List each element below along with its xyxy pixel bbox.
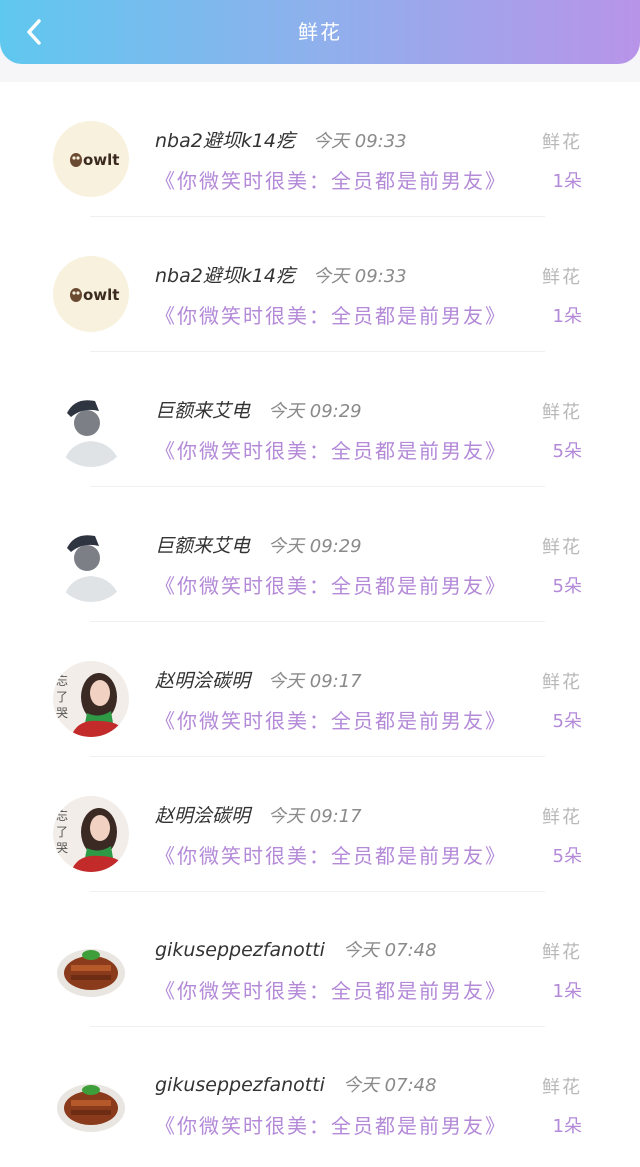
gift-count: 5朵 xyxy=(552,711,582,732)
svg-text:owlt: owlt xyxy=(83,286,119,304)
gift-count: 5朵 xyxy=(552,441,582,462)
gift-count: 1朵 xyxy=(552,171,582,192)
avatar[interactable]: 忘 了 哭 xyxy=(53,661,129,737)
gift-type: 鲜花 xyxy=(542,537,582,558)
username[interactable]: gikuseppezfanotti xyxy=(155,1074,325,1096)
food-avatar-icon xyxy=(53,931,129,1007)
gift-count: 1朵 xyxy=(552,306,582,327)
avatar[interactable]: 忘 了 哭 xyxy=(53,796,129,872)
book-title[interactable]: 《你微笑时很美：全员都是前男友》 xyxy=(155,570,507,599)
avatar[interactable]: owlt xyxy=(53,121,129,197)
timestamp: 今天 09:29 xyxy=(268,401,362,422)
avatar-caption: 忘 xyxy=(56,808,68,823)
gift-count: 5朵 xyxy=(552,846,582,867)
username[interactable]: 巨额来艾电 xyxy=(155,400,250,422)
man-avatar-icon xyxy=(53,526,129,602)
gift-type: 鲜花 xyxy=(542,132,582,153)
username[interactable]: nba2避坝k14疙 xyxy=(155,130,295,152)
username[interactable]: 赵明浍碳明 xyxy=(155,670,250,692)
list-item[interactable]: 巨额来艾电 今天 09:29 《你微笑时很美：全员都是前男友》 鲜花 5朵 xyxy=(0,487,640,622)
book-title[interactable]: 《你微笑时很美：全员都是前男友》 xyxy=(155,975,507,1004)
list-item[interactable]: 忘 了 哭 赵明浍碳明 今天 09:17 《你微笑时很美：全员都是前男友》 鲜花 … xyxy=(0,622,640,757)
gift-type: 鲜花 xyxy=(542,807,582,828)
avatar-caption: 了 xyxy=(56,825,68,839)
list-item[interactable]: gikuseppezfanotti 今天 07:48 《你微笑时很美：全员都是前男… xyxy=(0,1027,640,1162)
book-title[interactable]: 《你微笑时很美：全员都是前男友》 xyxy=(155,840,507,869)
timestamp: 今天 09:17 xyxy=(268,806,362,827)
avatar-caption: 哭 xyxy=(56,706,68,720)
gift-type: 鲜花 xyxy=(542,942,582,963)
timestamp: 今天 09:17 xyxy=(268,671,362,692)
avatar[interactable] xyxy=(53,1066,129,1142)
timestamp: 今天 07:48 xyxy=(342,1075,437,1096)
avatar[interactable] xyxy=(53,526,129,602)
app-header: 鲜花 xyxy=(0,0,640,64)
list-item[interactable]: 巨额来艾电 今天 09:29 《你微笑时很美：全员都是前男友》 鲜花 5朵 xyxy=(0,352,640,487)
timestamp: 今天 07:48 xyxy=(342,940,437,961)
list-item[interactable]: owlt nba2避坝k14疙 今天 09:33 《你微笑时很美：全员都是前男友》… xyxy=(0,82,640,217)
list-item[interactable]: owlt nba2避坝k14疙 今天 09:33 《你微笑时很美：全员都是前男友》… xyxy=(0,217,640,352)
list-item[interactable]: 忘 了 哭 赵明浍碳明 今天 09:17 《你微笑时很美：全员都是前男友》 鲜花 … xyxy=(0,757,640,892)
gift-count: 1朵 xyxy=(552,981,582,1002)
avatar[interactable] xyxy=(53,391,129,467)
man-avatar-icon xyxy=(53,391,129,467)
avatar-caption: 哭 xyxy=(56,841,68,855)
book-title[interactable]: 《你微笑时很美：全员都是前男友》 xyxy=(155,435,507,464)
gift-record-list: owlt nba2避坝k14疙 今天 09:33 《你微笑时很美：全员都是前男友》… xyxy=(0,82,640,1167)
food-avatar-icon xyxy=(53,1066,129,1142)
book-title[interactable]: 《你微笑时很美：全员都是前男友》 xyxy=(155,705,507,734)
avatar-caption: 忘 xyxy=(56,673,68,688)
timestamp: 今天 09:33 xyxy=(313,131,407,152)
gift-type: 鲜花 xyxy=(542,1077,582,1098)
woman-avatar-icon: 忘 了 哭 xyxy=(53,661,129,737)
gift-type: 鲜花 xyxy=(542,402,582,423)
avatar[interactable] xyxy=(53,931,129,1007)
gift-count: 5朵 xyxy=(552,576,582,597)
username[interactable]: 赵明浍碳明 xyxy=(155,805,250,827)
gift-count: 1朵 xyxy=(552,1116,582,1137)
svg-text:owlt: owlt xyxy=(83,151,119,169)
username[interactable]: gikuseppezfanotti xyxy=(155,939,325,961)
book-title[interactable]: 《你微笑时很美：全员都是前男友》 xyxy=(155,300,507,329)
gift-type: 鲜花 xyxy=(542,267,582,288)
gift-type: 鲜花 xyxy=(542,672,582,693)
avatar-caption: 了 xyxy=(56,690,68,704)
book-title[interactable]: 《你微笑时很美：全员都是前男友》 xyxy=(155,165,507,194)
username[interactable]: 巨额来艾电 xyxy=(155,535,250,557)
username[interactable]: nba2避坝k14疙 xyxy=(155,265,295,287)
page-title: 鲜花 xyxy=(298,20,342,44)
avatar[interactable]: owlt xyxy=(53,256,129,332)
owl-logo-icon: owlt xyxy=(53,121,129,197)
owl-logo-icon: owlt xyxy=(53,256,129,332)
book-title[interactable]: 《你微笑时很美：全员都是前男友》 xyxy=(155,1110,507,1139)
woman-avatar-icon: 忘 了 哭 xyxy=(53,796,129,872)
timestamp: 今天 09:33 xyxy=(313,266,407,287)
timestamp: 今天 09:29 xyxy=(268,536,362,557)
list-item[interactable]: gikuseppezfanotti 今天 07:48 《你微笑时很美：全员都是前男… xyxy=(0,892,640,1027)
